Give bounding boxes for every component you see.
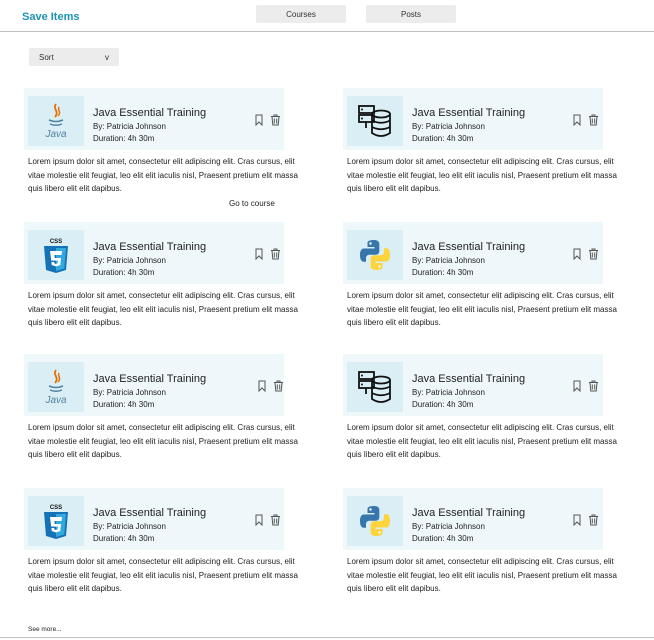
course-card-header: Java Java Essential Training By: Patrici… bbox=[24, 354, 284, 416]
course-duration: Duration: 4h 30m bbox=[412, 400, 474, 409]
course-card: Java Essential Training By: Patricia Joh… bbox=[343, 222, 617, 332]
trash-icon[interactable] bbox=[588, 514, 599, 526]
go-to-course-link[interactable]: Go to course bbox=[229, 199, 275, 208]
course-description: Lorem ipsum dolor sit amet, consectetur … bbox=[28, 557, 298, 593]
course-thumbnail bbox=[347, 496, 403, 546]
course-author: By: Patricia Johnson bbox=[93, 522, 166, 531]
trash-icon[interactable] bbox=[273, 380, 284, 392]
css3-logo-icon: CSS bbox=[44, 239, 68, 273]
top-bar: Save Items Courses Posts bbox=[0, 0, 654, 32]
course-duration: Duration: 4h 30m bbox=[93, 534, 155, 543]
course-author: By: Patricia Johnson bbox=[93, 122, 166, 131]
course-author: By: Patricia Johnson bbox=[93, 256, 166, 265]
course-thumbnail bbox=[347, 362, 403, 412]
course-card: Java Java Essential Training By: Patrici… bbox=[24, 354, 298, 464]
course-duration: Duration: 4h 30m bbox=[93, 134, 155, 143]
course-thumbnail bbox=[347, 96, 403, 146]
trash-icon[interactable] bbox=[588, 114, 599, 126]
course-author: By: Patricia Johnson bbox=[412, 256, 485, 265]
course-title: Java Essential Training bbox=[412, 373, 526, 385]
course-title: Java Essential Training bbox=[93, 107, 207, 119]
course-author: By: Patricia Johnson bbox=[412, 522, 485, 531]
course-title: Java Essential Training bbox=[412, 107, 526, 119]
course-description: Lorem ipsum dolor sit amet, consectetur … bbox=[347, 291, 617, 327]
java-logo-icon: Java bbox=[44, 369, 67, 406]
course-duration: Duration: 4h 30m bbox=[412, 134, 474, 143]
course-card-header: CSS Java Essential Training By: Patricia… bbox=[24, 488, 284, 550]
course-card-header: CSS Java Essential Training By: Patricia… bbox=[24, 222, 284, 284]
trash-icon[interactable] bbox=[588, 248, 599, 260]
svg-text:Java: Java bbox=[44, 129, 67, 140]
trash-icon[interactable] bbox=[270, 248, 281, 260]
course-duration: Duration: 4h 30m bbox=[93, 400, 155, 409]
svg-text:CSS: CSS bbox=[50, 505, 62, 511]
sort-dropdown[interactable]: Sort v bbox=[29, 48, 119, 66]
course-card: Java Essential Training By: Patricia Joh… bbox=[343, 488, 617, 598]
bookmark-icon[interactable] bbox=[572, 114, 582, 126]
bookmark-icon[interactable] bbox=[257, 380, 267, 392]
page-title: Save Items bbox=[22, 11, 80, 23]
course-card: Java Essential Training By: Patricia Joh… bbox=[343, 354, 617, 464]
trash-icon[interactable] bbox=[270, 114, 281, 126]
svg-text:CSS: CSS bbox=[50, 239, 62, 245]
course-duration: Duration: 4h 30m bbox=[93, 268, 155, 277]
course-card: Java Essential Training By: Patricia Joh… bbox=[343, 88, 617, 198]
course-thumbnail bbox=[347, 230, 403, 280]
course-description: Lorem ipsum dolor sit amet, consectetur … bbox=[347, 157, 617, 193]
bookmark-icon[interactable] bbox=[254, 114, 264, 126]
course-card-header: Java Java Essential Training By: Patrici… bbox=[24, 88, 284, 150]
database-server-icon bbox=[358, 371, 391, 403]
course-author: By: Patricia Johnson bbox=[412, 122, 485, 131]
course-thumbnail: CSS bbox=[28, 496, 84, 546]
course-description: Lorem ipsum dolor sit amet, consectetur … bbox=[347, 423, 617, 459]
bookmark-icon[interactable] bbox=[572, 514, 582, 526]
bookmark-icon[interactable] bbox=[254, 248, 264, 260]
course-thumbnail: Java bbox=[28, 362, 84, 412]
course-title: Java Essential Training bbox=[412, 507, 526, 519]
database-server-icon bbox=[358, 105, 391, 137]
course-card-header: Java Essential Training By: Patricia Joh… bbox=[343, 222, 603, 284]
course-duration: Duration: 4h 30m bbox=[412, 268, 474, 277]
course-duration: Duration: 4h 30m bbox=[412, 534, 474, 543]
python-logo-icon bbox=[360, 506, 390, 536]
bookmark-icon[interactable] bbox=[572, 248, 582, 260]
course-thumbnail: Java bbox=[28, 96, 84, 146]
java-logo-icon: Java bbox=[44, 103, 67, 140]
bookmark-icon[interactable] bbox=[572, 380, 582, 392]
css3-logo-icon: CSS bbox=[44, 505, 68, 539]
trash-icon[interactable] bbox=[270, 514, 281, 526]
chevron-down-icon: v bbox=[105, 53, 109, 62]
course-title: Java Essential Training bbox=[93, 507, 207, 519]
python-logo-icon bbox=[360, 240, 390, 270]
course-card-header: Java Essential Training By: Patricia Joh… bbox=[343, 488, 603, 550]
course-title: Java Essential Training bbox=[412, 241, 526, 253]
course-thumbnail: CSS bbox=[28, 230, 84, 280]
svg-text:Java: Java bbox=[44, 395, 67, 406]
course-card: Java Java Essential Training By: Patrici… bbox=[24, 88, 298, 218]
divider bbox=[0, 637, 654, 638]
course-description: Lorem ipsum dolor sit amet, consectetur … bbox=[28, 157, 298, 193]
course-card: CSS Java Essential Training By: Patricia… bbox=[24, 222, 298, 332]
course-description: Lorem ipsum dolor sit amet, consectetur … bbox=[28, 291, 298, 327]
see-more-link[interactable]: See more... bbox=[28, 626, 62, 633]
course-title: Java Essential Training bbox=[93, 241, 207, 253]
course-title: Java Essential Training bbox=[93, 373, 207, 385]
course-card-header: Java Essential Training By: Patricia Joh… bbox=[343, 354, 603, 416]
course-author: By: Patricia Johnson bbox=[412, 388, 485, 397]
trash-icon[interactable] bbox=[588, 380, 599, 392]
tab-posts[interactable]: Posts bbox=[366, 5, 456, 23]
course-author: By: Patricia Johnson bbox=[93, 388, 166, 397]
course-description: Lorem ipsum dolor sit amet, consectetur … bbox=[347, 557, 617, 593]
sort-label: Sort bbox=[39, 53, 54, 62]
course-description: Lorem ipsum dolor sit amet, consectetur … bbox=[28, 423, 298, 459]
course-card: CSS Java Essential Training By: Patricia… bbox=[24, 488, 298, 598]
bookmark-icon[interactable] bbox=[254, 514, 264, 526]
tab-courses[interactable]: Courses bbox=[256, 5, 346, 23]
course-card-header: Java Essential Training By: Patricia Joh… bbox=[343, 88, 603, 150]
